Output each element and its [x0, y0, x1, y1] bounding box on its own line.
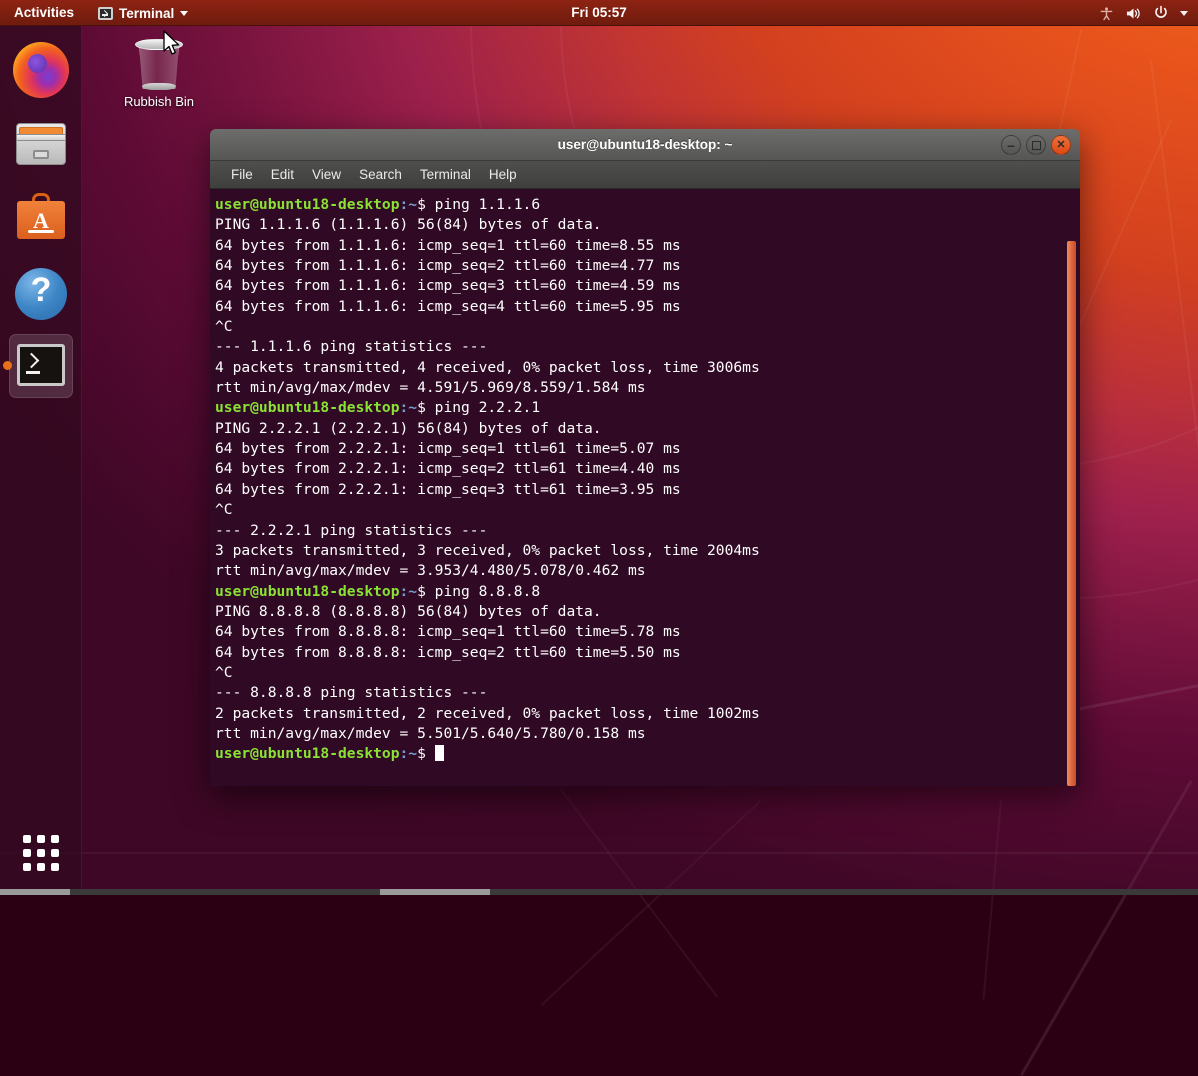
dock-item-software[interactable]: A	[9, 186, 73, 250]
prompt-user-host: user@ubuntu18-desktop	[215, 745, 400, 762]
terminal-output-line: PING 1.1.1.6 (1.1.1.6) 56(84) bytes of d…	[212, 215, 1080, 235]
rubbish-bin-label: Rubbish Bin	[113, 94, 205, 109]
terminal-output-line: 64 bytes from 2.2.2.1: icmp_seq=2 ttl=61…	[212, 459, 1080, 479]
terminal-scrollbar-thumb[interactable]	[1067, 241, 1076, 786]
prompt-path: :~	[400, 745, 418, 762]
menu-bar: File Edit View Search Terminal Help	[210, 161, 1080, 189]
terminal-output-line: 64 bytes from 1.1.1.6: icmp_seq=3 ttl=60…	[212, 276, 1080, 296]
terminal-output-line: 64 bytes from 8.8.8.8: icmp_seq=2 ttl=60…	[212, 643, 1080, 663]
activities-button[interactable]: Activities	[0, 0, 84, 26]
terminal-cursor	[435, 745, 444, 761]
terminal-prompt-line: user@ubuntu18-desktop:~$ ping 2.2.2.1	[212, 398, 1080, 418]
minimize-button[interactable]: –	[1001, 135, 1021, 155]
system-tray	[1099, 0, 1192, 26]
window-controls: – ✕	[1001, 135, 1071, 155]
running-indicator-dot	[3, 361, 12, 370]
menu-search[interactable]: Search	[350, 165, 411, 184]
prompt-path: :~	[400, 196, 418, 213]
menu-help[interactable]: Help	[480, 165, 526, 184]
window-titlebar[interactable]: user@ubuntu18-desktop: ~ – ✕	[210, 129, 1080, 161]
prompt-user-host: user@ubuntu18-desktop	[215, 583, 400, 600]
terminal-output-area[interactable]: user@ubuntu18-desktop:~$ ping 1.1.1.6PIN…	[210, 189, 1080, 786]
terminal-output-line: 64 bytes from 2.2.2.1: icmp_seq=1 ttl=61…	[212, 439, 1080, 459]
launcher-dock: A ?	[0, 26, 82, 895]
terminal-icon	[98, 7, 113, 20]
menu-view[interactable]: View	[303, 165, 350, 184]
close-icon: ✕	[1052, 136, 1070, 154]
prompt-user-host: user@ubuntu18-desktop	[215, 196, 400, 213]
terminal-output-line: ^C	[212, 663, 1080, 683]
bottom-status-strip	[0, 889, 1198, 895]
terminal-output-line: 4 packets transmitted, 4 received, 0% pa…	[212, 358, 1080, 378]
chevron-down-icon	[180, 11, 188, 16]
maximize-button[interactable]	[1026, 135, 1046, 155]
menu-edit[interactable]: Edit	[262, 165, 303, 184]
maximize-icon	[1032, 141, 1041, 150]
terminal-output-line: 64 bytes from 1.1.1.6: icmp_seq=4 ttl=60…	[212, 297, 1080, 317]
prompt-user-host: user@ubuntu18-desktop	[215, 399, 400, 416]
accessibility-icon[interactable]	[1099, 6, 1114, 21]
desktop-icon-rubbish-bin[interactable]: Rubbish Bin	[113, 34, 205, 109]
prompt-command: $ ping 2.2.2.1	[417, 399, 540, 416]
terminal-output-line: ^C	[212, 317, 1080, 337]
terminal-prompt-line: user@ubuntu18-desktop:~$ ping 1.1.1.6	[212, 195, 1080, 215]
terminal-output-line: --- 8.8.8.8 ping statistics ---	[212, 683, 1080, 703]
terminal-output-line: rtt min/avg/max/mdev = 5.501/5.640/5.780…	[212, 724, 1080, 744]
terminal-output-line: 64 bytes from 8.8.8.8: icmp_seq=1 ttl=60…	[212, 622, 1080, 642]
prompt-command: $ ping 8.8.8.8	[417, 583, 540, 600]
terminal-output-line: PING 8.8.8.8 (8.8.8.8) 56(84) bytes of d…	[212, 602, 1080, 622]
terminal-icon	[17, 344, 65, 386]
terminal-output-line: 64 bytes from 1.1.1.6: icmp_seq=1 ttl=60…	[212, 236, 1080, 256]
terminal-output-line: 2 packets transmitted, 2 received, 0% pa…	[212, 704, 1080, 724]
show-applications-button[interactable]	[13, 825, 69, 881]
chevron-down-icon[interactable]	[1180, 11, 1188, 16]
window-title: user@ubuntu18-desktop: ~	[210, 129, 1080, 161]
terminal-text: user@ubuntu18-desktop:~$ ping 1.1.1.6PIN…	[210, 189, 1080, 765]
terminal-prompt-line: user@ubuntu18-desktop:~$ ping 8.8.8.8	[212, 582, 1080, 602]
terminal-window: user@ubuntu18-desktop: ~ – ✕ File Edit V…	[210, 129, 1080, 786]
firefox-icon	[13, 42, 69, 98]
prompt-command: $	[417, 745, 435, 762]
clock-label[interactable]: Fri 05:57	[571, 5, 627, 20]
minimize-icon: –	[1002, 136, 1020, 154]
terminal-scrollbar-track[interactable]	[1066, 241, 1077, 786]
app-menu-terminal[interactable]: Terminal	[90, 0, 196, 26]
prompt-command: $ ping 1.1.1.6	[417, 196, 540, 213]
terminal-output-line: PING 2.2.2.1 (2.2.2.1) 56(84) bytes of d…	[212, 419, 1080, 439]
terminal-output-line: rtt min/avg/max/mdev = 4.591/5.969/8.559…	[212, 378, 1080, 398]
terminal-output-line: 64 bytes from 2.2.2.1: icmp_seq=3 ttl=61…	[212, 480, 1080, 500]
terminal-prompt-line: user@ubuntu18-desktop:~$	[212, 744, 1080, 764]
strip-segment	[380, 889, 490, 895]
close-button[interactable]: ✕	[1051, 135, 1071, 155]
terminal-output-line: 64 bytes from 1.1.1.6: icmp_seq=2 ttl=60…	[212, 256, 1080, 276]
dock-item-files[interactable]	[9, 112, 73, 176]
terminal-output-line: --- 2.2.2.1 ping statistics ---	[212, 521, 1080, 541]
trash-icon	[133, 34, 185, 90]
volume-icon[interactable]	[1125, 6, 1142, 21]
terminal-output-line: ^C	[212, 500, 1080, 520]
power-icon[interactable]	[1153, 5, 1169, 21]
terminal-output-line: rtt min/avg/max/mdev = 3.953/4.480/5.078…	[212, 561, 1080, 581]
prompt-path: :~	[400, 399, 418, 416]
strip-segment	[0, 889, 70, 895]
terminal-output-line: 3 packets transmitted, 3 received, 0% pa…	[212, 541, 1080, 561]
top-bar: Activities Terminal Fri 05:57	[0, 0, 1198, 26]
terminal-output-line: --- 1.1.1.6 ping statistics ---	[212, 337, 1080, 357]
prompt-path: :~	[400, 583, 418, 600]
dock-item-help[interactable]: ?	[9, 262, 73, 326]
menu-terminal[interactable]: Terminal	[411, 165, 480, 184]
dock-item-firefox[interactable]	[9, 38, 73, 102]
menu-file[interactable]: File	[222, 165, 262, 184]
dock-item-terminal[interactable]	[9, 334, 73, 398]
app-menu-label: Terminal	[119, 6, 174, 21]
